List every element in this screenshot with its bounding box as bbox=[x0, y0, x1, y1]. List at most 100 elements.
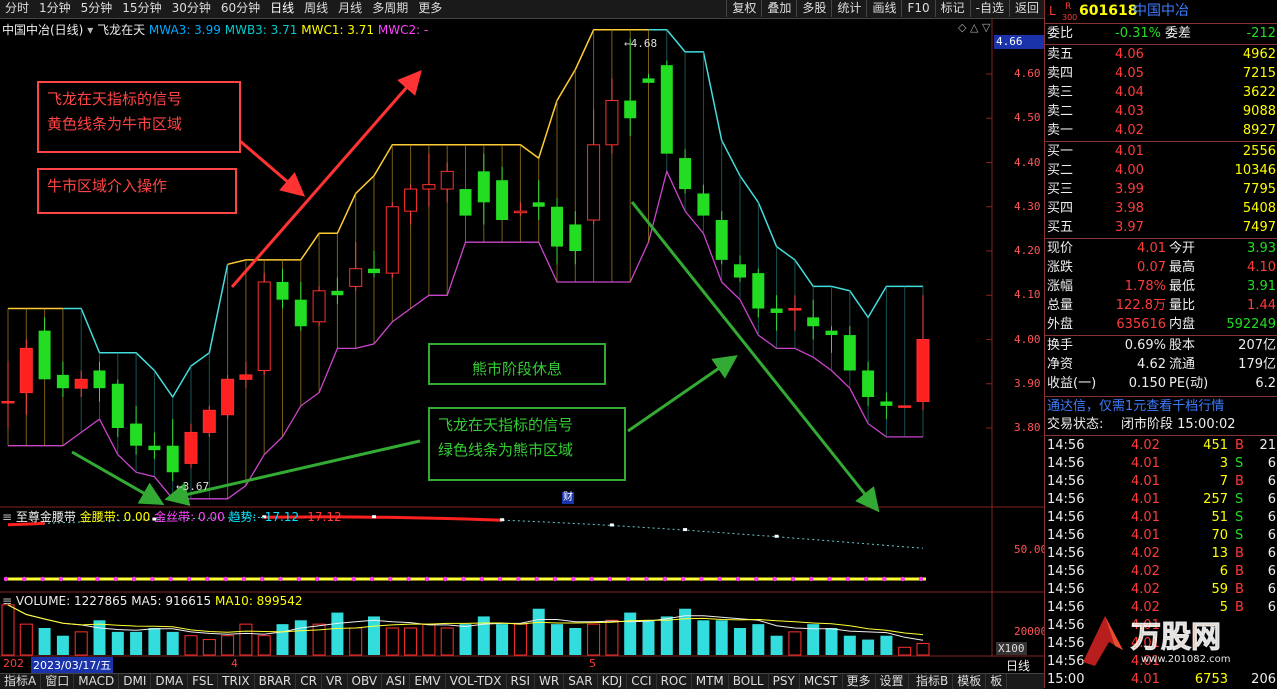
period-tab-7[interactable]: 周线 bbox=[299, 0, 333, 17]
indicator-tab-10[interactable]: OBV bbox=[348, 674, 383, 689]
tool-button-4[interactable]: 画线 bbox=[866, 0, 901, 17]
bull-signal-line2: 黄色线条为牛市区域 bbox=[47, 115, 183, 133]
right-tab-2[interactable]: 板 bbox=[986, 674, 1008, 689]
volume-bar-33 bbox=[605, 619, 619, 656]
period-tabs: 分时 1分钟 5分钟 15分钟 30分钟 60分钟 日线 周线 月线 多周期 更多 bbox=[0, 0, 447, 17]
indicator-tab-21[interactable]: BOLL bbox=[729, 674, 769, 689]
period-tab-3[interactable]: 15分钟 bbox=[117, 0, 166, 17]
tick-side: B bbox=[1235, 438, 1244, 453]
gold-silk-dot bbox=[735, 576, 741, 582]
bids-row-1[interactable]: 买二 4.00 10346 bbox=[1045, 162, 1277, 180]
bids-row-0[interactable]: 买一 4.01 2556 bbox=[1045, 143, 1277, 161]
bids-row-4[interactable]: 买五 3.97 7497 bbox=[1045, 219, 1277, 237]
tick-count: 6 bbox=[1267, 510, 1276, 525]
right-tab-1[interactable]: 模板 bbox=[953, 674, 987, 689]
period-tab-9[interactable]: 多周期 bbox=[367, 0, 413, 17]
period-tab-0[interactable]: 分时 bbox=[0, 0, 34, 17]
indicator-tab-1[interactable]: 窗口 bbox=[41, 674, 75, 689]
period-tab-6[interactable]: 日线 bbox=[265, 0, 299, 17]
indicator-tab-7[interactable]: BRAR bbox=[255, 674, 297, 689]
indicator-tab-14[interactable]: RSI bbox=[507, 674, 536, 689]
tool-button-7[interactable]: -自选 bbox=[969, 0, 1009, 17]
period-tab-1[interactable]: 1分钟 bbox=[34, 0, 76, 17]
tick-side: B bbox=[1235, 582, 1244, 597]
period-tab-8[interactable]: 月线 bbox=[333, 0, 367, 17]
indicator-tab-2[interactable]: MACD bbox=[74, 674, 120, 689]
ad-text[interactable]: 通达信，仅需1元查看千档行情 bbox=[1047, 398, 1224, 416]
candle-32 bbox=[587, 109, 601, 225]
indicator-tab-6[interactable]: TRIX bbox=[218, 674, 255, 689]
indicator-tab-20[interactable]: MTM bbox=[692, 674, 729, 689]
candle-42 bbox=[770, 295, 783, 331]
indicator-tab-16[interactable]: SAR bbox=[564, 674, 598, 689]
indicator-tab-17[interactable]: KDJ bbox=[598, 674, 628, 689]
period-tab-2[interactable]: 5分钟 bbox=[76, 0, 118, 17]
gold-silk-dot bbox=[241, 576, 247, 582]
period-tab-4[interactable]: 30分钟 bbox=[167, 0, 216, 17]
indicator-tab-23[interactable]: MCST bbox=[800, 674, 843, 689]
webi-value: -0.31% bbox=[1115, 26, 1161, 41]
volume-bar-47 bbox=[862, 639, 875, 655]
menu-icon[interactable]: ≡ bbox=[2, 594, 12, 608]
indicator-tab-8[interactable]: CR bbox=[296, 674, 322, 689]
tick-volume: 3 bbox=[1219, 456, 1228, 471]
indicator-tab-18[interactable]: CCI bbox=[627, 674, 657, 689]
indicator-tab-5[interactable]: FSL bbox=[188, 674, 219, 689]
indicator-tab-9[interactable]: VR bbox=[322, 674, 348, 689]
indicator-name[interactable]: 飞龙在天 bbox=[97, 23, 145, 37]
header-controls[interactable]: ◇ △ ▽ bbox=[958, 21, 990, 34]
candle-23 bbox=[422, 153, 436, 207]
asks-row-2[interactable]: 卖三 4.04 3622 bbox=[1045, 84, 1277, 102]
indicator-tab-11[interactable]: ASI bbox=[382, 674, 411, 689]
right-tab-0[interactable]: 指标B bbox=[912, 674, 954, 689]
candle-31 bbox=[569, 211, 582, 265]
gold-silk-dot bbox=[3, 576, 9, 582]
indicator-tab-3[interactable]: DMI bbox=[119, 674, 152, 689]
tool-button-3[interactable]: 统计 bbox=[831, 0, 866, 17]
stock-title[interactable]: 中国中冶(日线) bbox=[2, 23, 83, 37]
indicator-panel-name[interactable]: 至尊金腰带 bbox=[16, 510, 76, 524]
tool-button-1[interactable]: 叠加 bbox=[761, 0, 796, 17]
indicator-tab-13[interactable]: VOL-TDX bbox=[446, 674, 507, 689]
asks-price: 4.03 bbox=[1115, 104, 1144, 119]
indicator-tab-19[interactable]: ROC bbox=[657, 674, 692, 689]
gold-silk-dot bbox=[461, 576, 466, 582]
indicator-tab-22[interactable]: PSY bbox=[769, 674, 800, 689]
stock-code[interactable]: 601618 bbox=[1079, 2, 1137, 20]
candle-29 bbox=[532, 180, 545, 221]
indicator-tab-24[interactable]: 更多 bbox=[843, 674, 876, 689]
down-icon[interactable]: ▽ bbox=[982, 21, 990, 34]
indicator-tab-12[interactable]: EMV bbox=[410, 674, 446, 689]
bear-signal-note: 飞龙在天指标的信号 绿色线条为熊市区域 bbox=[428, 407, 626, 481]
finance-marker[interactable]: 财 bbox=[562, 492, 574, 504]
tool-button-0[interactable]: 复权 bbox=[726, 0, 761, 17]
chevron-down-icon[interactable]: ▾ bbox=[87, 23, 93, 37]
ad-row[interactable]: 通达信，仅需1元查看千档行情 bbox=[1045, 398, 1277, 416]
volume-unit[interactable]: X100 bbox=[996, 642, 1027, 655]
period-label[interactable]: 日线 bbox=[1006, 657, 1030, 674]
asks-row-4[interactable]: 卖一 4.02 8927 bbox=[1045, 122, 1277, 140]
menu-icon[interactable]: ≡ bbox=[2, 510, 12, 524]
asks-row-0[interactable]: 卖五 4.06 4962 bbox=[1045, 46, 1277, 64]
up-icon[interactable]: △ bbox=[970, 21, 978, 34]
period-tab-10[interactable]: 更多 bbox=[413, 0, 447, 17]
tool-button-5[interactable]: F10 bbox=[901, 0, 934, 17]
stats2-value-1: 4.62 bbox=[1137, 357, 1166, 372]
tool-button-8[interactable]: 返回 bbox=[1008, 0, 1044, 17]
bids-row-3[interactable]: 买四 3.98 5408 bbox=[1045, 200, 1277, 218]
asks-row-1[interactable]: 卖四 4.05 7215 bbox=[1045, 65, 1277, 83]
indicator-tab-0[interactable]: 指标A bbox=[0, 674, 42, 689]
indicator-tab-15[interactable]: WR bbox=[535, 674, 565, 689]
stats2-row-2: 收益(一) 0.150 PE(动) 6.2 bbox=[1045, 375, 1277, 393]
stock-name[interactable]: 中国中冶 bbox=[1133, 2, 1189, 20]
tool-button-6[interactable]: 标记 bbox=[934, 0, 970, 17]
gold-silk-dot bbox=[406, 576, 411, 582]
period-tab-5[interactable]: 60分钟 bbox=[216, 0, 265, 17]
gold-silk-dot bbox=[882, 576, 887, 582]
asks-row-3[interactable]: 卖二 4.03 9088 bbox=[1045, 103, 1277, 121]
bids-row-2[interactable]: 买三 3.99 7795 bbox=[1045, 181, 1277, 199]
tool-button-2[interactable]: 多股 bbox=[796, 0, 831, 17]
settings-icon[interactable]: ◇ bbox=[958, 21, 966, 34]
indicator-tab-25[interactable]: 设置 bbox=[876, 674, 909, 689]
indicator-tab-4[interactable]: DMA bbox=[151, 674, 189, 689]
